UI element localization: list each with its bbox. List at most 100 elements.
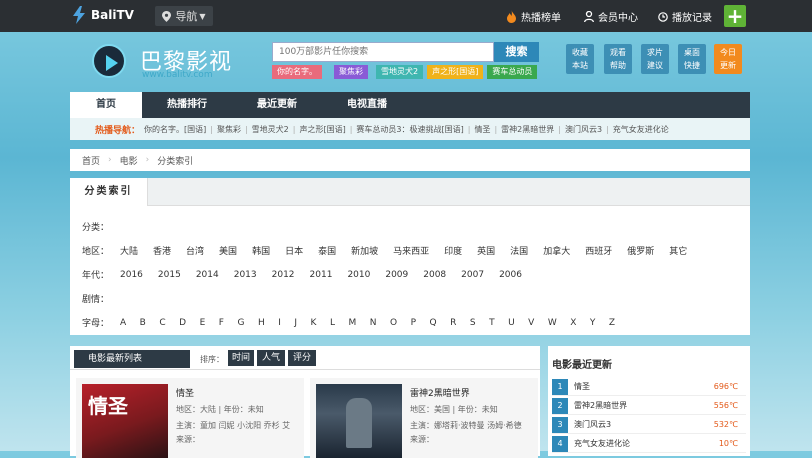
letter-option[interactable]: F [219, 318, 224, 328]
letter-option[interactable]: W [548, 318, 557, 328]
hot-nav-link[interactable]: 雪地灵犬2 [252, 124, 289, 135]
region-option[interactable]: 大陆 [120, 244, 138, 257]
letter-option[interactable]: H [258, 318, 265, 328]
year-option[interactable]: 2010 [347, 270, 370, 280]
letter-option[interactable]: Z [609, 318, 615, 328]
year-option[interactable]: 2011 [310, 270, 333, 280]
quick-link-request[interactable]: 求片 建议 [641, 44, 669, 74]
hot-nav-link[interactable]: 雷神2黑暗世界 [501, 124, 554, 135]
movie-title[interactable]: 情圣 [176, 386, 194, 399]
letter-option[interactable]: G [237, 318, 244, 328]
letter-option[interactable]: L [330, 318, 335, 328]
hot-tag[interactable]: 你的名字。 [272, 65, 322, 79]
nav-dropdown-button[interactable]: 导航 ▼ [155, 6, 213, 26]
movie-title[interactable]: 雷神2黑暗世界 [410, 386, 470, 399]
year-option[interactable]: 2012 [272, 270, 295, 280]
movie-poster[interactable] [316, 384, 402, 458]
site-logo[interactable]: BaliTV [72, 6, 134, 24]
year-option[interactable]: 2014 [196, 270, 219, 280]
member-center-link[interactable]: 会员中心 [584, 9, 638, 24]
letter-option[interactable]: I [278, 318, 281, 328]
letter-option[interactable]: T [489, 318, 495, 328]
hot-tag[interactable]: 声之形[国语] [427, 65, 484, 79]
letter-option[interactable]: B [140, 318, 146, 328]
hot-tag[interactable]: 聚焦彩 [334, 65, 368, 79]
year-option[interactable]: 2007 [461, 270, 484, 280]
hot-nav-link[interactable]: 你的名字。[国语] [144, 124, 206, 135]
year-option[interactable]: 2006 [499, 270, 522, 280]
add-button[interactable]: + [724, 5, 746, 27]
region-option[interactable]: 香港 [153, 244, 171, 257]
region-option[interactable]: 韩国 [252, 244, 270, 257]
sort-by-rating-button[interactable]: 评分 [288, 350, 316, 366]
region-option[interactable]: 马来西亚 [393, 244, 429, 257]
letter-option[interactable]: U [508, 318, 515, 328]
region-option[interactable]: 泰国 [318, 244, 336, 257]
year-option[interactable]: 2016 [120, 270, 143, 280]
region-option[interactable]: 其它 [669, 244, 687, 257]
region-option[interactable]: 法国 [510, 244, 528, 257]
region-option[interactable]: 俄罗斯 [627, 244, 654, 257]
sort-by-time-button[interactable]: 时间 [228, 350, 254, 366]
letter-option[interactable]: A [120, 318, 126, 328]
hot-nav-link[interactable]: 赛车总动员3：极速挑战[国语] [356, 124, 463, 135]
hot-nav-link[interactable]: 声之形[国语] [299, 124, 345, 135]
quick-link-desktop[interactable]: 桌面 快捷 [678, 44, 706, 74]
hot-nav-link[interactable]: 充气女友进化论 [613, 124, 669, 135]
hot-tag[interactable]: 雪地灵犬2 [376, 65, 424, 79]
recent-item[interactable]: 2 雷神2黑暗世界 556℃ [552, 397, 746, 415]
recent-item[interactable]: 4 充气女友进化论 10℃ [552, 435, 746, 453]
region-option[interactable]: 加拿大 [543, 244, 570, 257]
letter-option[interactable]: Y [590, 318, 596, 328]
letter-option[interactable]: O [390, 318, 397, 328]
letter-option[interactable]: R [450, 318, 456, 328]
year-option[interactable]: 2013 [234, 270, 257, 280]
hot-nav-link[interactable]: 聚焦彩 [217, 124, 241, 135]
letter-option[interactable]: J [294, 318, 297, 328]
letter-option[interactable]: K [311, 318, 317, 328]
letter-option[interactable]: S [470, 318, 476, 328]
nav-item-home[interactable]: 首页 [70, 92, 142, 118]
hot-tag[interactable]: 赛车总动员 [487, 65, 538, 79]
hot-nav-link[interactable]: 澳门风云3 [565, 124, 602, 135]
region-option[interactable]: 新加坡 [351, 244, 378, 257]
movie-card[interactable]: 雷神2黑暗世界 地区：美国 | 年份：未知 主演：娜塔莉·波特曼 汤姆·希德 来… [310, 378, 538, 458]
letter-option[interactable]: P [411, 318, 416, 328]
movie-poster[interactable]: 情圣 [82, 384, 168, 458]
hot-rank-link[interactable]: 热播榜单 [506, 9, 561, 24]
recent-item[interactable]: 1 情圣 696℃ [552, 378, 746, 396]
letter-option[interactable]: M [348, 318, 356, 328]
region-option[interactable]: 美国 [219, 244, 237, 257]
region-option[interactable]: 英国 [477, 244, 495, 257]
sort-by-popularity-button[interactable]: 人气 [257, 350, 285, 366]
region-option[interactable]: 西班牙 [585, 244, 612, 257]
nav-item-live[interactable]: 电视直播 [322, 92, 412, 118]
quick-link-today[interactable]: 今日 更新 [714, 44, 742, 74]
region-option[interactable]: 印度 [444, 244, 462, 257]
year-option[interactable]: 2015 [158, 270, 181, 280]
movie-card[interactable]: 情圣 情圣 地区：大陆 | 年份：未知 主演：童加 闫妮 小沈阳 乔杉 艾 来源… [76, 378, 304, 458]
search-button[interactable]: 搜索 [494, 42, 539, 62]
recent-item[interactable]: 3 澳门风云3 532℃ [552, 416, 746, 434]
region-option[interactable]: 台湾 [186, 244, 204, 257]
play-logo-icon[interactable] [92, 44, 126, 78]
breadcrumb-home[interactable]: 首页 [82, 154, 100, 167]
quick-link-bookmark[interactable]: 收藏 本站 [566, 44, 594, 74]
nav-item-recent[interactable]: 最近更新 [232, 92, 322, 118]
search-input[interactable] [272, 42, 494, 62]
breadcrumb-movie[interactable]: 电影 [120, 154, 138, 167]
region-option[interactable]: 日本 [285, 244, 303, 257]
quick-link-help[interactable]: 观看 帮助 [604, 44, 632, 74]
letter-option[interactable]: C [159, 318, 165, 328]
hot-nav-link[interactable]: 情圣 [474, 124, 490, 135]
year-option[interactable]: 2009 [385, 270, 408, 280]
letter-option[interactable]: D [179, 318, 186, 328]
letter-option[interactable]: V [528, 318, 534, 328]
letter-option[interactable]: N [370, 318, 377, 328]
letter-option[interactable]: Q [430, 318, 437, 328]
letter-option[interactable]: E [200, 318, 206, 328]
letter-option[interactable]: X [570, 318, 576, 328]
year-option[interactable]: 2008 [423, 270, 446, 280]
play-history-link[interactable]: 播放记录 [658, 9, 712, 24]
nav-item-hot[interactable]: 热播排行 [142, 92, 232, 118]
